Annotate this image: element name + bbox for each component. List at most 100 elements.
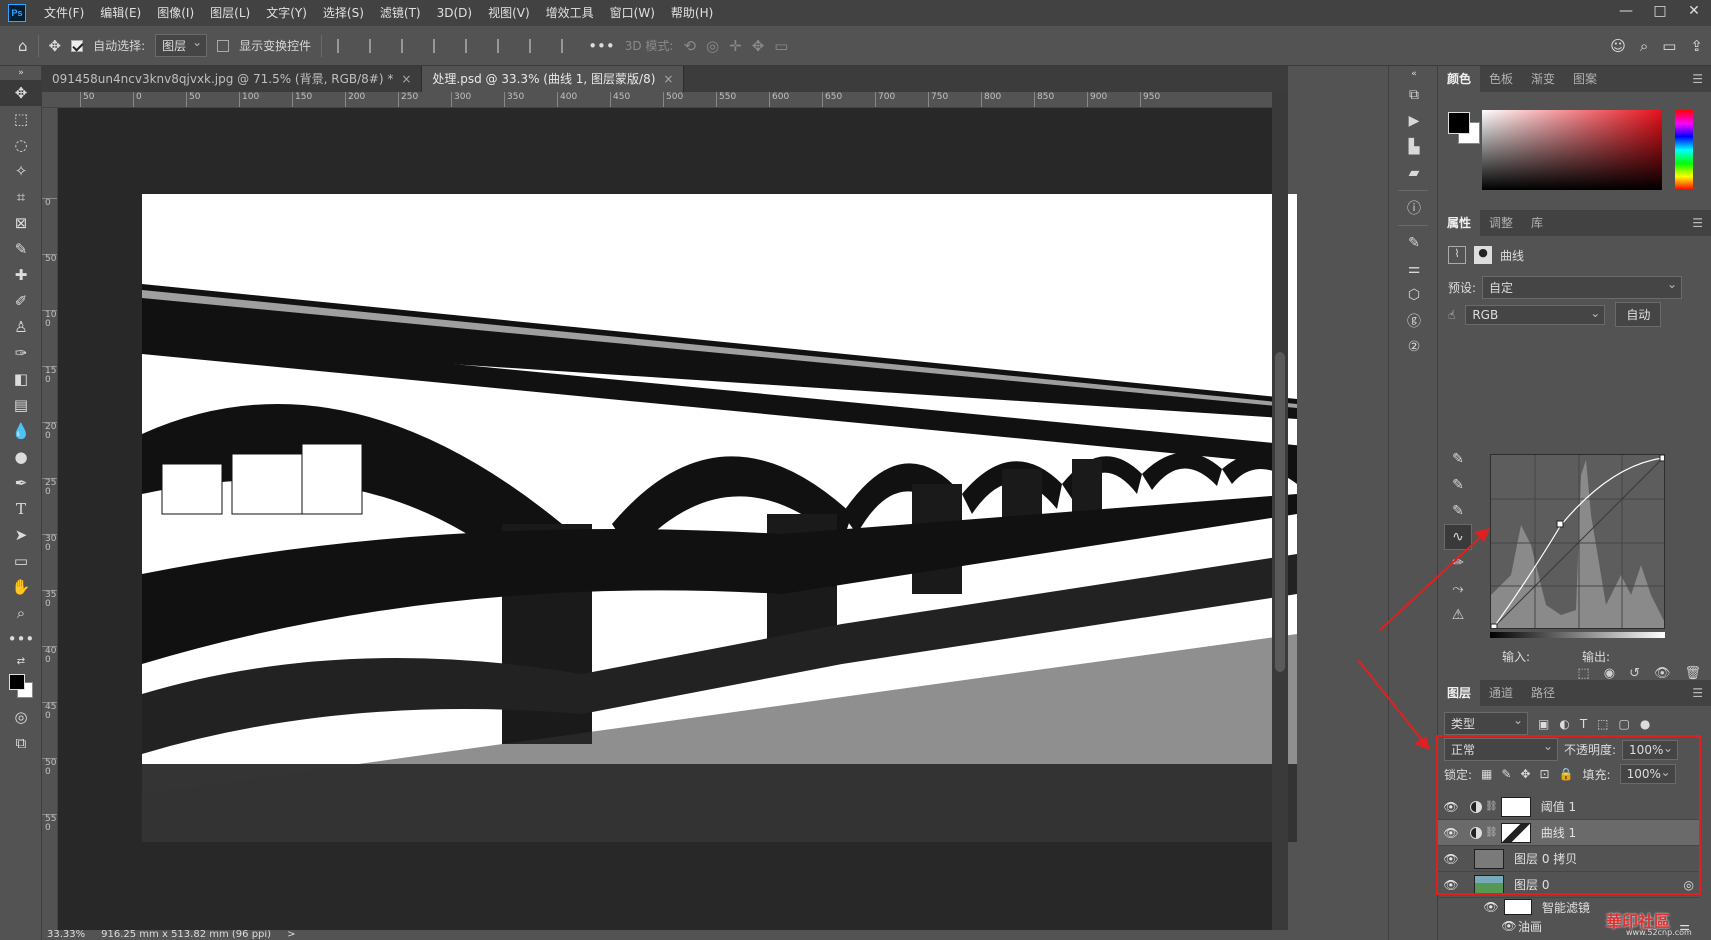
menu-type[interactable]: 文字(Y) bbox=[258, 0, 315, 26]
tab-gradients[interactable]: 渐变 bbox=[1522, 66, 1564, 92]
menu-window[interactable]: 窗口(W) bbox=[602, 0, 663, 26]
hand-tool-icon[interactable]: ✋ bbox=[0, 574, 42, 600]
marquee-tool-icon[interactable]: ⬚ bbox=[0, 106, 42, 132]
blur-tool-icon[interactable]: 💧 bbox=[0, 418, 42, 444]
link-chain-icon[interactable]: ⛓ bbox=[1485, 801, 1498, 812]
distribute-icon[interactable] bbox=[433, 38, 445, 53]
curves-adjustment-icon[interactable]: ⌇ bbox=[1448, 246, 1466, 264]
channel-dropdown[interactable]: RGB bbox=[1465, 304, 1606, 325]
tab-channels[interactable]: 通道 bbox=[1480, 680, 1522, 706]
brush-settings-icon[interactable]: ✎ bbox=[1389, 230, 1439, 256]
auto-button[interactable]: 自动 bbox=[1615, 302, 1662, 327]
layer-row-threshold[interactable]: 👁 ⛓ 阈值 1 bbox=[1438, 794, 1700, 820]
color-picker-field[interactable] bbox=[1482, 110, 1662, 190]
align-left-icon[interactable] bbox=[337, 38, 349, 53]
lock-image-icon[interactable]: ✎ bbox=[1501, 767, 1511, 781]
minimize-button[interactable]: — bbox=[1609, 0, 1643, 26]
close-tab-icon[interactable]: × bbox=[401, 72, 411, 86]
visibility-eye-icon[interactable]: 👁 bbox=[1654, 666, 1671, 681]
crop-tool-icon[interactable]: ⌗ bbox=[0, 184, 42, 210]
3d-pan-icon[interactable]: ✛ bbox=[729, 37, 742, 55]
screen-mode-icon[interactable]: ⧉ bbox=[0, 730, 42, 756]
tab-document-psd[interactable]: 处理.psd @ 33.3% (曲线 1, 图层蒙版/8) × bbox=[422, 66, 685, 92]
menu-plugins[interactable]: 增效工具 bbox=[538, 0, 602, 26]
menu-help[interactable]: 帮助(H) bbox=[663, 0, 721, 26]
maximize-button[interactable]: □ bbox=[1643, 0, 1677, 26]
reset-icon[interactable]: ↺ bbox=[1629, 666, 1640, 681]
history-brush-tool-icon[interactable]: ✑ bbox=[0, 340, 42, 366]
layer-mask-thumbnail[interactable] bbox=[1500, 796, 1531, 817]
status-menu-arrow[interactable]: > bbox=[287, 930, 295, 940]
canvas-vertical-scrollbar[interactable] bbox=[1272, 92, 1288, 930]
3d-orbit-icon[interactable]: ⟲ bbox=[683, 37, 696, 55]
visibility-eye-icon[interactable]: 👁 bbox=[1500, 919, 1518, 933]
foreground-color-swatch[interactable] bbox=[1448, 112, 1470, 134]
home-icon[interactable]: ⌂ bbox=[18, 37, 28, 55]
eraser-tool-icon[interactable]: ◧ bbox=[0, 366, 42, 392]
filter-pixel-icon[interactable]: ▣ bbox=[1538, 717, 1549, 731]
distribute-v-icon[interactable] bbox=[561, 38, 573, 53]
menu-select[interactable]: 选择(S) bbox=[315, 0, 372, 26]
search-icon[interactable]: ⌕ bbox=[1640, 37, 1648, 55]
3d-camera-icon[interactable]: ▭ bbox=[774, 37, 788, 55]
close-tab-icon[interactable]: × bbox=[663, 72, 673, 86]
menu-filter[interactable]: 滤镜(T) bbox=[372, 0, 429, 26]
smart-filter-mask-thumbnail[interactable] bbox=[1504, 899, 1532, 915]
layer-thumbnail[interactable] bbox=[1474, 848, 1504, 869]
color-swatches[interactable] bbox=[0, 670, 42, 704]
move-tool-icon[interactable]: ✥ bbox=[0, 80, 42, 106]
libraries-icon[interactable]: ② bbox=[1389, 334, 1439, 360]
collapse-toolbar-icon[interactable]: » bbox=[0, 66, 42, 80]
document-canvas-image[interactable] bbox=[142, 194, 1297, 842]
clipping-warning-icon[interactable]: ⚠ bbox=[1444, 602, 1472, 628]
align-vcenter-icon[interactable] bbox=[497, 38, 509, 53]
actions-play-icon[interactable]: ▶ bbox=[1389, 108, 1439, 134]
blend-mode-dropdown[interactable]: 正常 bbox=[1444, 738, 1558, 761]
tab-color[interactable]: 颜色 bbox=[1438, 66, 1481, 92]
foreground-color-swatch[interactable] bbox=[9, 674, 25, 690]
tab-patterns[interactable]: 图案 bbox=[1564, 66, 1606, 92]
hue-slider[interactable] bbox=[1675, 110, 1693, 190]
glyphs-icon[interactable]: ⓖ bbox=[1389, 308, 1439, 334]
frame-tool-icon[interactable]: ⊠ bbox=[0, 210, 42, 236]
link-chain-icon[interactable]: ⛓ bbox=[1485, 827, 1498, 838]
quick-mask-icon[interactable]: ◎ bbox=[0, 704, 42, 730]
layer-filter-dropdown[interactable]: 类型 bbox=[1444, 712, 1528, 735]
filter-type-icon[interactable]: T bbox=[1580, 717, 1587, 731]
more-options-button[interactable]: ••• bbox=[588, 37, 615, 55]
align-hcenter-icon[interactable] bbox=[369, 38, 381, 53]
gray-point-eyedropper-icon[interactable]: ✎ bbox=[1444, 472, 1472, 498]
healing-brush-tool-icon[interactable]: ✚ bbox=[0, 262, 42, 288]
share-icon[interactable]: ⇪ bbox=[1690, 37, 1703, 55]
gradient-tool-icon[interactable]: ▤ bbox=[0, 392, 42, 418]
align-bottom-icon[interactable] bbox=[529, 38, 541, 53]
lock-artboard-icon[interactable]: ⊡ bbox=[1540, 767, 1550, 781]
layer-mask-thumbnail[interactable] bbox=[1500, 822, 1531, 843]
collapse-dock-icon[interactable]: « bbox=[1389, 66, 1439, 82]
type-tool-icon[interactable]: T bbox=[0, 496, 42, 522]
white-point-eyedropper-icon[interactable]: ✎ bbox=[1444, 498, 1472, 524]
history-panel-icon[interactable]: ⧉ bbox=[1389, 82, 1439, 108]
visibility-eye-icon[interactable]: 👁 bbox=[1482, 900, 1500, 914]
move-tool-icon[interactable]: ✥ bbox=[49, 37, 62, 55]
menu-view[interactable]: 视图(V) bbox=[480, 0, 538, 26]
lasso-tool-icon[interactable]: ◌ bbox=[0, 132, 42, 158]
info-icon[interactable]: ⓘ bbox=[1389, 195, 1439, 221]
tab-layers[interactable]: 图层 bbox=[1438, 680, 1481, 706]
menu-image[interactable]: 图像(I) bbox=[149, 0, 202, 26]
visibility-eye-icon[interactable]: 👁 bbox=[1442, 800, 1460, 814]
opacity-input[interactable]: 100% bbox=[1622, 739, 1679, 760]
tab-paths[interactable]: 路径 bbox=[1522, 680, 1564, 706]
eyedropper-tool-icon[interactable]: ✎ bbox=[0, 236, 42, 262]
swap-colors-icon[interactable]: ⇄ bbox=[0, 652, 42, 670]
align-top-icon[interactable] bbox=[465, 38, 477, 53]
3d-slide-icon[interactable]: ✥ bbox=[752, 37, 765, 55]
menu-file[interactable]: 文件(F) bbox=[36, 0, 92, 26]
clone-stamp-tool-icon[interactable]: ♙ bbox=[0, 314, 42, 340]
comments-icon[interactable]: ▰ bbox=[1389, 160, 1439, 186]
layer-row-layer0[interactable]: 👁 图层 0 ◎ bbox=[1438, 872, 1700, 898]
visibility-eye-icon[interactable]: 👁 bbox=[1442, 852, 1460, 866]
target-adjust-hand-icon[interactable]: ☝ bbox=[1448, 308, 1455, 322]
tool-presets-icon[interactable]: ▙ bbox=[1389, 134, 1439, 160]
3d-roll-icon[interactable]: ◎ bbox=[706, 37, 719, 55]
